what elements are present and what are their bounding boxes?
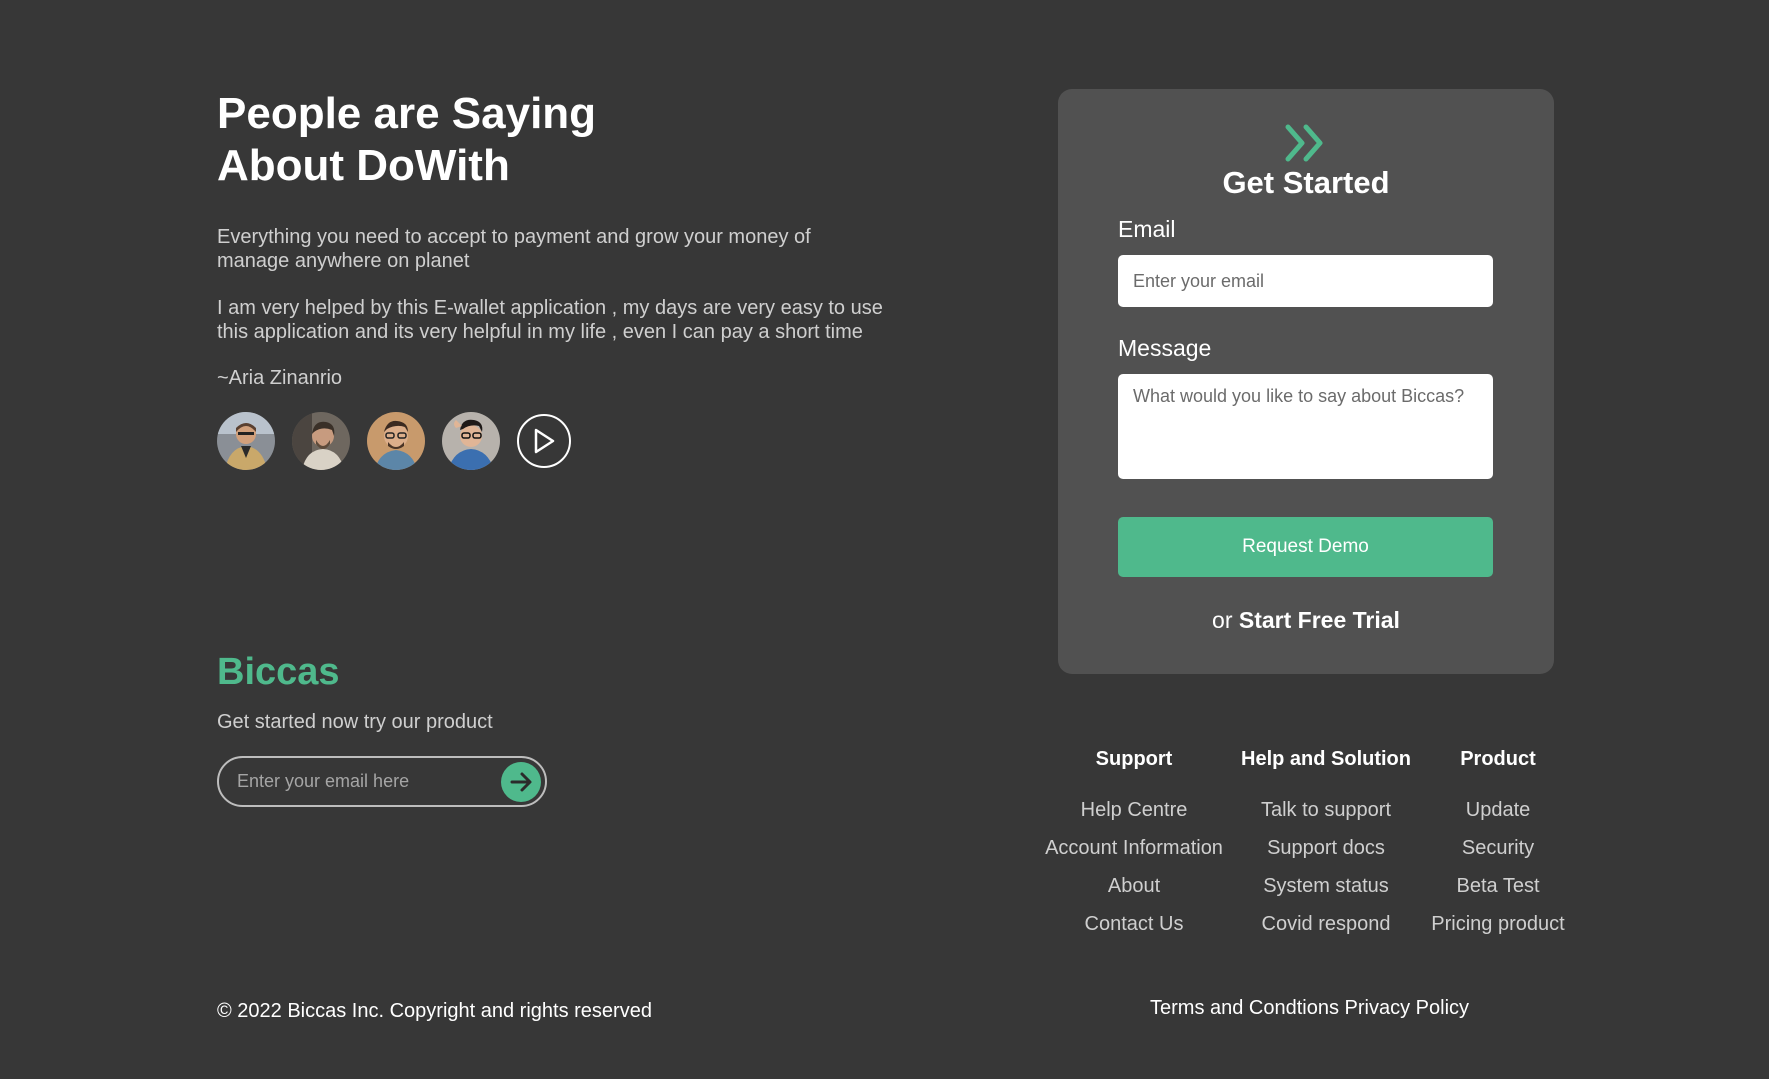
testimonial-section: People are Saying About DoWith Everythin… <box>217 88 907 470</box>
testimonial-intro: Everything you need to accept to payment… <box>217 226 811 272</box>
legal-links: Terms and Condtions Privacy Policy <box>1150 997 1469 1020</box>
testimonial-heading: People are Saying About DoWith <box>217 88 907 192</box>
avatar[interactable] <box>217 412 275 470</box>
get-started-card: Get Started Email Message Request Demo o… <box>1058 89 1554 674</box>
footer-link[interactable]: Update <box>1424 791 1572 829</box>
footer-column-title: Product <box>1460 748 1536 770</box>
request-demo-button[interactable]: Request Demo <box>1118 517 1493 577</box>
newsletter-email-input[interactable] <box>235 770 501 793</box>
play-video-button[interactable] <box>517 414 571 468</box>
terms-link[interactable]: Terms and Condtions <box>1150 997 1339 1019</box>
message-label: Message <box>1118 335 1212 361</box>
footer-column-help: Help and Solution Talk to support Suppor… <box>1228 747 1424 943</box>
copyright-text: © 2022 Biccas Inc. Copyright and rights … <box>217 1000 652 1022</box>
footer-link[interactable]: Talk to support <box>1228 791 1424 829</box>
avatar[interactable] <box>292 412 350 470</box>
newsletter-form <box>217 756 547 807</box>
footer-column-support: Support Help Centre Account Information … <box>1040 747 1228 943</box>
free-trial-line: or Start Free Trial <box>1118 607 1494 634</box>
footer-links: Support Help Centre Account Information … <box>1040 747 1572 943</box>
footer-link[interactable]: Contact Us <box>1040 905 1228 943</box>
avatar[interactable] <box>367 412 425 470</box>
footer-link[interactable]: Beta Test <box>1424 867 1572 905</box>
footer-column-title: Help and Solution <box>1241 748 1411 770</box>
email-field[interactable] <box>1118 255 1493 307</box>
start-free-trial-link[interactable]: Start Free Trial <box>1239 607 1400 633</box>
double-chevron-right-icon <box>1285 124 1323 162</box>
footer-column-title: Support <box>1095 748 1173 770</box>
footer-link[interactable]: Support docs <box>1228 829 1424 867</box>
avatar-row <box>217 412 907 470</box>
arrow-right-icon <box>510 772 532 791</box>
testimonial-author: ~Aria Zinanrio <box>217 367 343 389</box>
brand-tagline: Get started now try our product <box>217 711 493 733</box>
newsletter-submit-button[interactable] <box>501 761 541 802</box>
footer-link[interactable]: About <box>1040 867 1228 905</box>
footer-column-product: Product Update Security Beta Test Pricin… <box>1424 747 1572 943</box>
heading-line-1: People are Saying <box>217 89 597 138</box>
testimonial-quote: I am very helped by this E-wallet applic… <box>217 297 883 343</box>
brand-logo[interactable]: Biccas <box>217 650 547 694</box>
card-title: Get Started <box>1222 165 1390 200</box>
email-label: Email <box>1118 216 1176 242</box>
footer-link[interactable]: Covid respond <box>1228 905 1424 943</box>
footer-link[interactable]: Security <box>1424 829 1572 867</box>
footer-link[interactable]: System status <box>1228 867 1424 905</box>
avatar[interactable] <box>442 412 500 470</box>
trial-prefix: or <box>1212 607 1233 633</box>
footer-link[interactable]: Help Centre <box>1040 791 1228 829</box>
footer-link[interactable]: Pricing product <box>1424 905 1572 943</box>
heading-line-2: About DoWith <box>217 141 510 190</box>
page: People are Saying About DoWith Everythin… <box>0 0 1769 1079</box>
play-icon <box>534 428 555 454</box>
brand-section: Biccas Get started now try our product <box>217 650 547 807</box>
footer-link[interactable]: Account Information <box>1040 829 1228 867</box>
privacy-link[interactable]: Privacy Policy <box>1345 997 1469 1019</box>
message-field[interactable] <box>1118 374 1493 479</box>
